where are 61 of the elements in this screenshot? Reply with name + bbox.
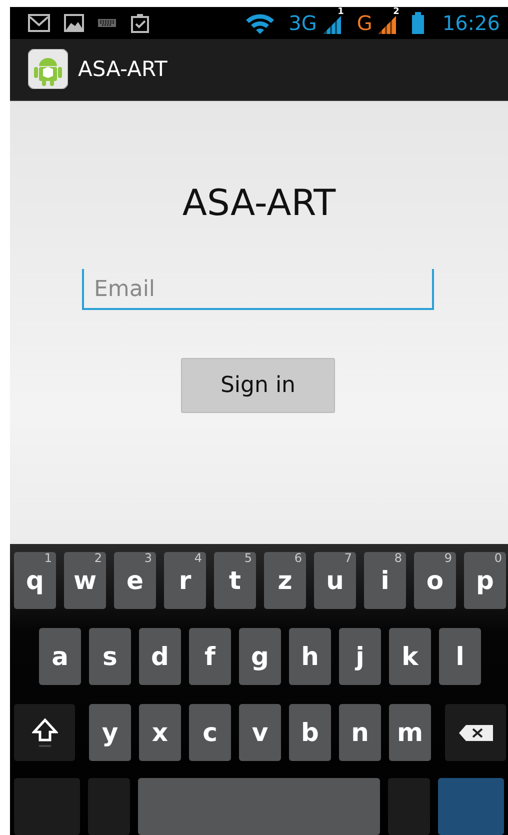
keyboard-key[interactable] <box>88 778 130 835</box>
keyboard-key[interactable]: h <box>289 628 331 685</box>
keyboard-key[interactable]: o 9 <box>414 552 456 609</box>
keyboard-key[interactable] <box>14 778 80 835</box>
keyboard-key[interactable]: p 0 <box>464 552 506 609</box>
battery-icon <box>412 12 424 34</box>
space-key[interactable] <box>138 778 380 835</box>
keyboard-key[interactable]: s <box>89 628 131 685</box>
keyboard-key[interactable]: d <box>139 628 181 685</box>
key-number-hint: 6 <box>294 552 302 566</box>
keyboard-key[interactable]: i 8 <box>364 552 406 609</box>
keyboard-icon <box>98 18 116 28</box>
keyboard-key[interactable]: w 2 <box>64 552 106 609</box>
key-number-hint: 7 <box>344 552 352 566</box>
sim-number: 2 <box>393 8 400 18</box>
key-number-hint: 5 <box>244 552 252 566</box>
keyboard-key[interactable]: a <box>39 628 81 685</box>
backspace-icon <box>458 724 494 742</box>
key-number-hint: 2 <box>94 552 102 566</box>
keyboard-key[interactable]: l <box>439 628 481 685</box>
enter-key[interactable] <box>438 778 504 835</box>
key-number-hint: 3 <box>144 552 152 566</box>
keyboard-key[interactable]: x <box>139 704 181 761</box>
keyboard-key[interactable]: m <box>389 704 431 761</box>
keyboard-key[interactable]: y <box>89 704 131 761</box>
sim-number: 1 <box>338 8 344 18</box>
keyboard-key[interactable]: f <box>189 628 231 685</box>
wifi-icon <box>244 12 275 34</box>
keyboard-key[interactable]: k <box>389 628 431 685</box>
key-number-hint: 4 <box>194 552 202 566</box>
key-number-hint: 1 <box>44 552 52 566</box>
clipboard-check-icon <box>130 13 150 34</box>
keyboard-key[interactable]: c <box>189 704 231 761</box>
keyboard-key[interactable]: j <box>339 628 381 685</box>
network-type-label: 3G <box>288 13 317 34</box>
network-type-label: G <box>356 13 372 34</box>
email-field[interactable]: Email <box>82 268 434 310</box>
keyboard-key[interactable]: r 4 <box>164 552 206 609</box>
app-icon <box>28 49 68 90</box>
keyboard-key[interactable]: t 5 <box>214 552 256 609</box>
keyboard-key[interactable]: z 6 <box>264 552 306 609</box>
key-number-hint: 0 <box>494 552 502 566</box>
key-number-hint: 8 <box>394 552 402 566</box>
keyboard-key[interactable]: n <box>339 704 381 761</box>
app-title: ASA-ART <box>78 56 168 83</box>
keyboard-key[interactable]: u 7 <box>314 552 356 609</box>
sign-in-button[interactable]: Sign in <box>181 358 335 413</box>
mail-icon <box>28 14 50 32</box>
keyboard-key[interactable] <box>388 778 430 835</box>
backspace-key[interactable] <box>445 704 506 761</box>
keyboard-key[interactable]: e 3 <box>114 552 156 609</box>
shift-key[interactable] <box>14 704 75 761</box>
keyboard-key[interactable]: b <box>289 704 331 761</box>
keyboard-key[interactable]: q 1 <box>14 552 56 609</box>
image-icon <box>64 14 84 32</box>
clock-time: 16:26 <box>442 10 500 38</box>
keyboard-key[interactable]: g <box>239 628 281 685</box>
shift-icon <box>32 718 58 748</box>
key-number-hint: 9 <box>444 552 452 566</box>
login-heading: ASA-ART <box>182 182 336 226</box>
keyboard-key[interactable]: v <box>239 704 281 761</box>
